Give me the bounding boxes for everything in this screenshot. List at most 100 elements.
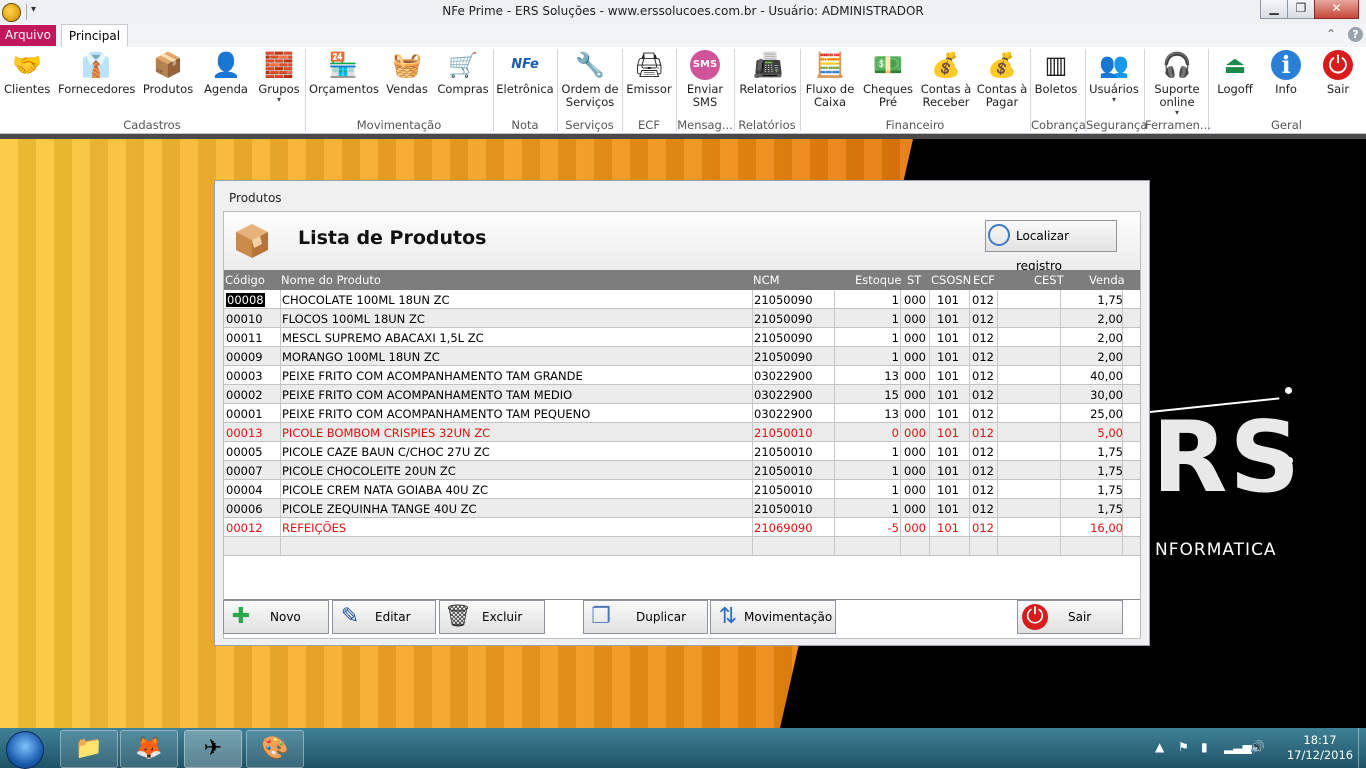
cell-csosn[interactable]: 101 [937,445,959,459]
col-csosn[interactable]: CSOSN [931,273,971,287]
cell-csosn[interactable]: 101 [937,388,959,402]
cell-estoque[interactable]: -5 [888,521,899,535]
cell-ncm[interactable]: 21050010 [754,426,813,440]
boletos-button[interactable]: ▥ Boletos [1033,50,1079,96]
cell-nome[interactable]: FLOCOS 100ML 18UN ZC [282,312,425,326]
editar-button[interactable]: ✎ Editar [332,600,436,634]
table-row-empty[interactable] [224,537,1140,556]
cell-ncm[interactable]: 21050010 [754,483,813,497]
duplicar-button[interactable]: ❐ Duplicar [583,600,708,634]
suporte-online-button[interactable]: 🎧 Suporte online ▾ [1148,50,1206,117]
cell-venda[interactable]: 2,00 [1097,350,1123,364]
cell-st[interactable]: 000 [904,369,926,383]
table-row[interactable]: 00008 CHOCOLATE 100ML 18UN ZC 21050090 1 000… [224,290,1140,309]
action-center-icon[interactable]: ⚑ [1178,740,1189,754]
logoff-button[interactable]: ⏏ Logoff [1212,50,1258,96]
cell-ncm[interactable]: 21050090 [754,331,813,345]
cell-estoque[interactable]: 1 [892,350,899,364]
network-icon[interactable]: ▂▃▅ [1224,740,1252,754]
cell-venda[interactable]: 30,00 [1090,388,1123,402]
agenda-button[interactable]: 👤 Agenda [202,50,250,96]
paint-taskbar-icon[interactable]: 🎨 [246,730,304,768]
cell-ecf[interactable]: 012 [972,464,994,478]
cheques-pre-button[interactable]: 💵 Cheques Pré [860,50,916,109]
table-row[interactable]: 00002 PEIXE FRITO COM ACOMPANHAMENTO TAM … [224,385,1140,404]
col-venda[interactable]: Venda [1089,273,1125,287]
cell-ncm[interactable]: 21050090 [754,293,813,307]
eletronica-button[interactable]: NFe Eletrônica [496,50,554,96]
contas-receber-button[interactable]: 💰 Contas à Receber [918,50,974,109]
close-button[interactable]: ✕ [1314,0,1359,19]
cell-estoque[interactable]: 1 [892,331,899,345]
cell-estoque[interactable]: 1 [892,293,899,307]
cell-nome[interactable]: PEIXE FRITO COM ACOMPANHAMENTO TAM GRAND… [282,369,583,383]
enviar-sms-button[interactable]: SMS Enviar SMS [680,50,730,109]
cell-ecf[interactable]: 012 [972,483,994,497]
nfe-prime-taskbar-icon[interactable]: ✈ [184,730,242,768]
cell-csosn[interactable]: 101 [937,312,959,326]
cell-codigo[interactable]: 00008 [226,293,265,307]
cell-estoque[interactable]: 15 [884,388,899,402]
cell-nome[interactable]: REFEIÇÕES [282,521,346,535]
cell-nome[interactable]: MESCL SUPREMO ABACAXI 1,5L ZC [282,331,484,345]
show-hidden-icons-icon[interactable]: ▲ [1155,740,1164,754]
cell-nome[interactable]: PICOLE CHOCOLEITE 20UN ZC [282,464,456,478]
info-button[interactable]: ℹ Info [1264,50,1308,96]
cell-csosn[interactable]: 101 [937,521,959,535]
cell-codigo[interactable]: 00013 [226,426,263,440]
table-row[interactable]: 00013 PICOLE BOMBOM CRISPIES 32UN ZC 21050… [224,423,1140,442]
volume-icon[interactable]: 🔊 [1250,740,1265,754]
localizar-registro-button[interactable]: Localizar registro [985,220,1117,273]
cell-nome[interactable]: PICOLE ZEQUINHA TANGE 40U ZC [282,502,477,516]
table-row[interactable]: 00006 PICOLE ZEQUINHA TANGE 40U ZC 2105001… [224,499,1140,518]
cell-ncm[interactable]: 21069090 [754,521,813,535]
cell-venda[interactable]: 1,75 [1097,464,1123,478]
col-st[interactable]: ST [907,273,921,287]
cell-csosn[interactable]: 101 [937,331,959,345]
cell-ncm[interactable]: 21050010 [754,464,813,478]
col-codigo[interactable]: Código [225,273,265,287]
help-icon[interactable]: ? [1348,27,1363,42]
cell-codigo[interactable]: 00012 [226,521,263,535]
table-row[interactable]: 00003 PEIXE FRITO COM ACOMPANHAMENTO TAM … [224,366,1140,385]
cell-st[interactable]: 000 [904,388,926,402]
cell-codigo[interactable]: 00003 [226,369,263,383]
ordem-servicos-button[interactable]: 🔧 Ordem de Serviços [560,50,620,109]
col-nome[interactable]: Nome do Produto [281,273,381,287]
cell-estoque[interactable]: 13 [884,407,899,421]
cell-ecf[interactable]: 012 [972,312,994,326]
cell-ncm[interactable]: 03022900 [754,369,813,383]
cell-ncm[interactable]: 03022900 [754,407,813,421]
cell-st[interactable]: 000 [904,445,926,459]
system-clock[interactable]: 18:17 17/12/2016 [1280,733,1360,763]
cell-venda[interactable]: 1,75 [1097,445,1123,459]
tab-arquivo[interactable]: Arquivo [0,25,56,46]
col-ncm[interactable]: NCM [753,273,780,287]
cell-csosn[interactable]: 101 [937,483,959,497]
cell-st[interactable]: 000 [904,483,926,497]
cell-nome[interactable]: PICOLE BOMBOM CRISPIES 32UN ZC [282,426,490,440]
cell-estoque[interactable]: 1 [892,464,899,478]
produtos-button[interactable]: 📦 Produtos [142,50,194,96]
grupos-button[interactable]: 🧱 Grupos ▾ [256,50,302,104]
cell-codigo[interactable]: 00004 [226,483,263,497]
cell-ncm[interactable]: 21050090 [754,350,813,364]
cell-ecf[interactable]: 012 [972,369,994,383]
cell-ncm[interactable]: 21050010 [754,445,813,459]
cell-st[interactable]: 000 [904,350,926,364]
cell-venda[interactable]: 1,75 [1097,483,1123,497]
cell-st[interactable]: 000 [904,293,926,307]
cell-ecf[interactable]: 012 [972,407,994,421]
cell-estoque[interactable]: 1 [892,483,899,497]
table-row[interactable]: 00009 MORANGO 100ML 18UN ZC 21050090 1 000 10… [224,347,1140,366]
cell-st[interactable]: 000 [904,312,926,326]
table-row[interactable]: 00007 PICOLE CHOCOLEITE 20UN ZC 21050010 1 0… [224,461,1140,480]
cell-estoque[interactable]: 13 [884,369,899,383]
cell-csosn[interactable]: 101 [937,350,959,364]
fluxo-caixa-button[interactable]: 🧮 Fluxo de Caixa [804,50,856,109]
cell-ecf[interactable]: 012 [972,521,994,535]
col-estoque[interactable]: Estoque [855,273,901,287]
col-cest[interactable]: CEST [1034,273,1064,287]
cell-estoque[interactable]: 1 [892,502,899,516]
cell-ecf[interactable]: 012 [972,426,994,440]
